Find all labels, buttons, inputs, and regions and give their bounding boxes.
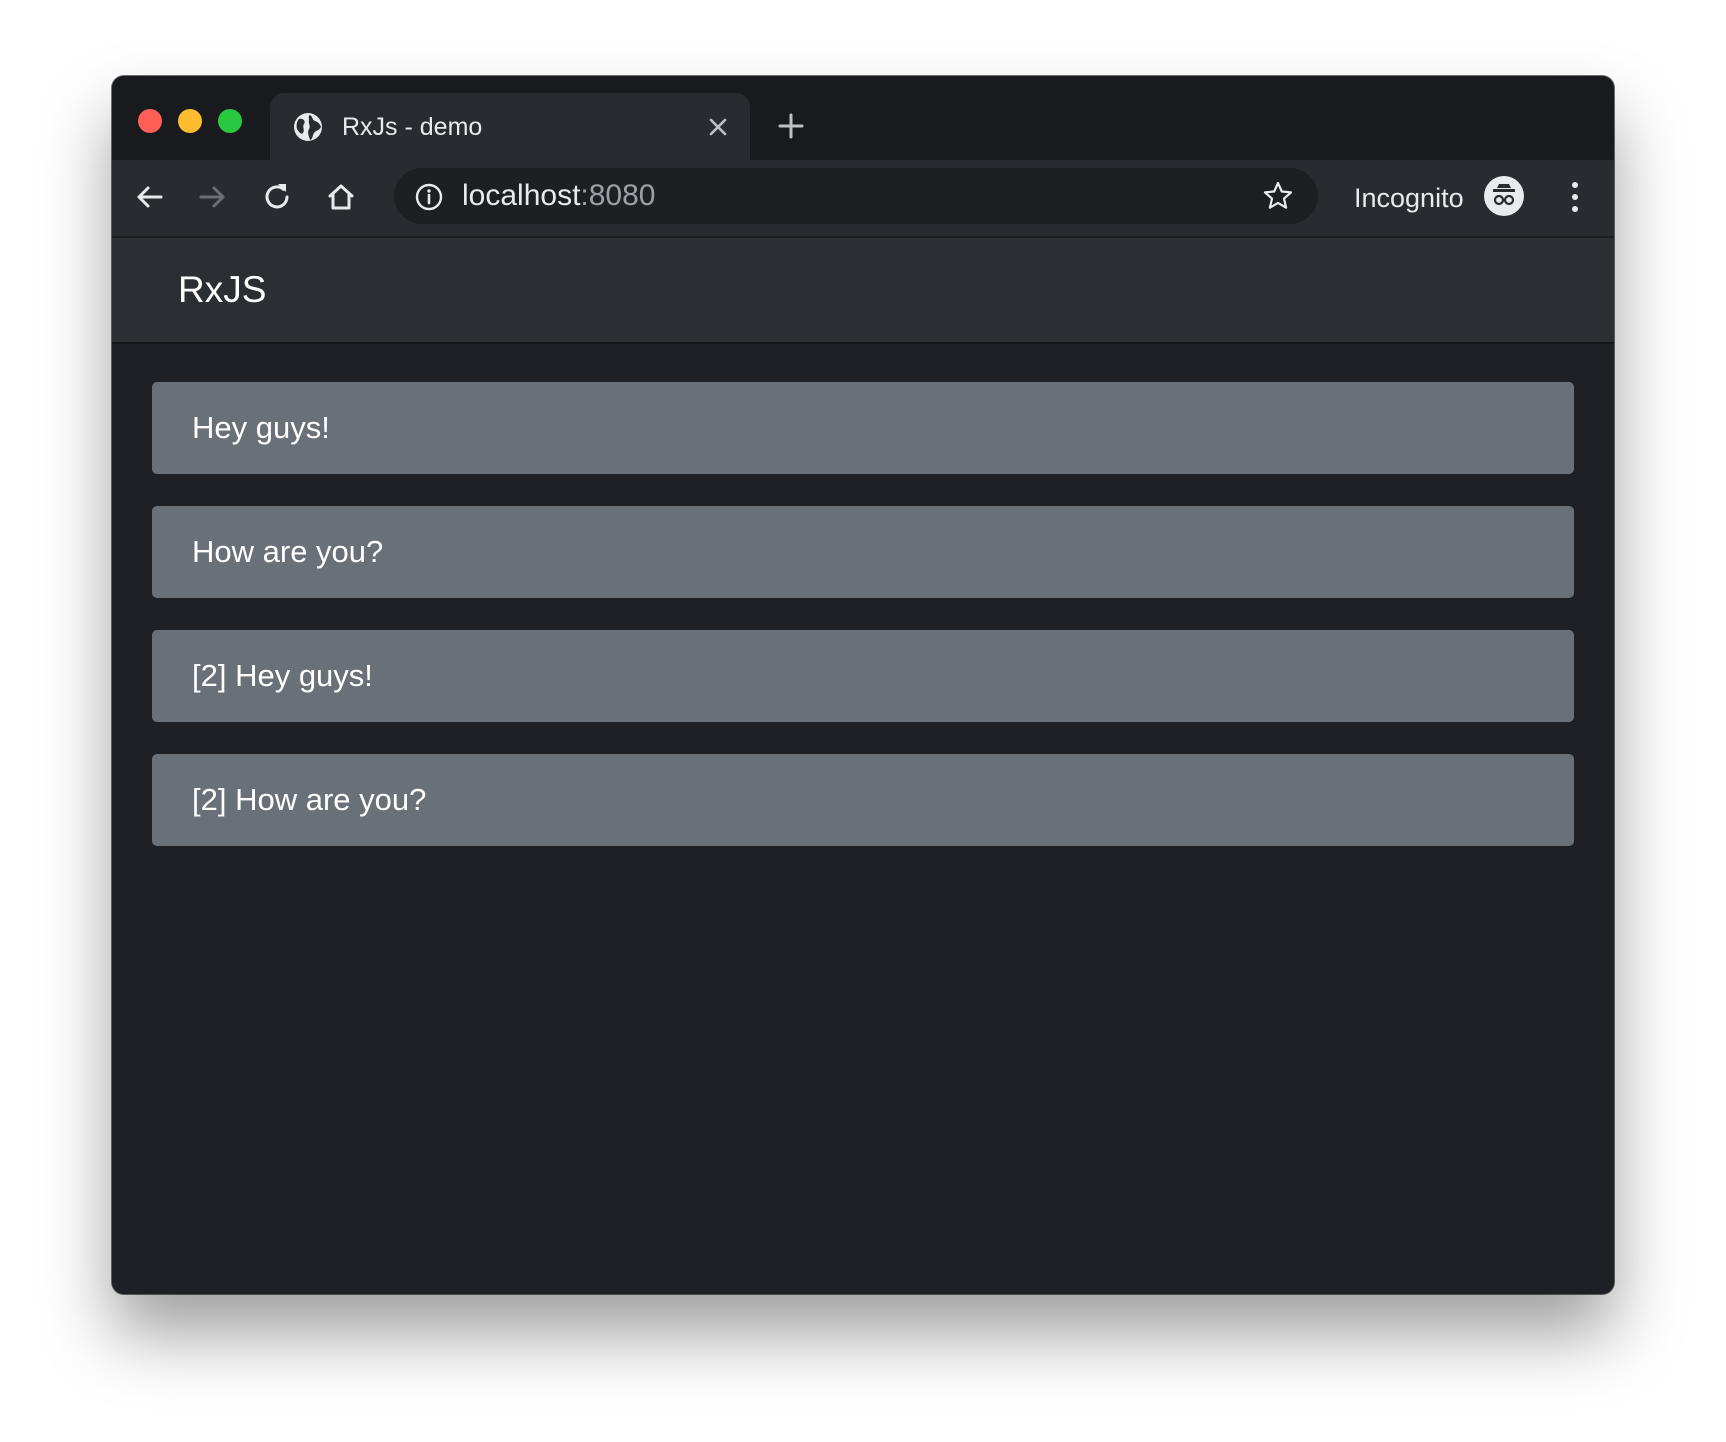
- star-icon[interactable]: [1262, 180, 1294, 212]
- back-arrow-icon[interactable]: [132, 180, 166, 214]
- home-icon[interactable]: [324, 180, 358, 214]
- url-port: :8080: [580, 179, 656, 212]
- navbar-brand[interactable]: RxJS: [178, 268, 266, 312]
- url-host: localhost: [462, 179, 581, 212]
- message-text: How are you?: [192, 534, 384, 569]
- message-text: [2] Hey guys!: [192, 658, 373, 693]
- close-icon[interactable]: [706, 115, 730, 139]
- tab-title: RxJs - demo: [342, 113, 483, 141]
- new-tab-icon[interactable]: [777, 112, 805, 140]
- list-item: How are you?: [152, 506, 1574, 598]
- incognito-icon: [1493, 184, 1515, 206]
- list-item: [2] How are you?: [152, 754, 1574, 846]
- list-item: [2] Hey guys!: [152, 630, 1574, 722]
- forward-arrow-icon[interactable]: [196, 180, 230, 214]
- maximize-window-button[interactable]: [218, 109, 242, 133]
- url-text[interactable]: localhost:8080: [462, 178, 655, 214]
- page-content: RxJS Hey guys! How are you? [2] Hey guys…: [112, 238, 1614, 1294]
- minimize-window-button[interactable]: [178, 109, 202, 133]
- list-item: Hey guys!: [152, 382, 1574, 474]
- message-list: Hey guys! How are you? [2] Hey guys! [2]…: [152, 382, 1574, 878]
- message-text: Hey guys!: [192, 410, 330, 445]
- tab-strip: RxJs - demo: [112, 76, 1614, 165]
- browser-window: RxJs - demo localhost:8080 Incognito RxJ…: [112, 76, 1614, 1294]
- globe-icon: [294, 113, 322, 141]
- message-text: [2] How are you?: [192, 782, 427, 817]
- app-navbar: RxJS: [112, 238, 1614, 344]
- address-bar[interactable]: localhost:8080: [394, 168, 1318, 224]
- tab-rxjs-demo[interactable]: RxJs - demo: [270, 93, 750, 165]
- info-icon[interactable]: [414, 182, 444, 212]
- more-options-icon[interactable]: [1568, 180, 1582, 214]
- browser-toolbar: localhost:8080 Incognito: [112, 160, 1614, 238]
- reload-icon[interactable]: [260, 180, 294, 214]
- incognito-avatar[interactable]: [1484, 176, 1524, 216]
- incognito-label[interactable]: Incognito: [1354, 180, 1464, 216]
- close-window-button[interactable]: [138, 109, 162, 133]
